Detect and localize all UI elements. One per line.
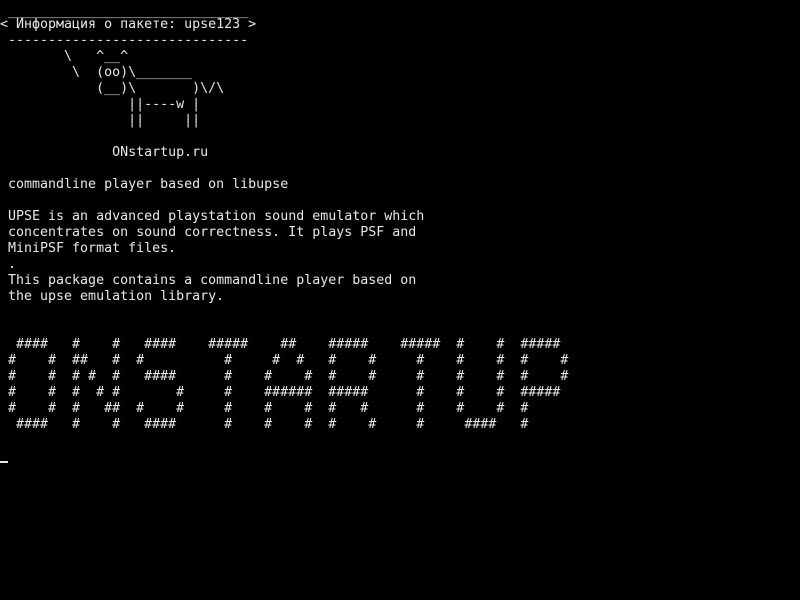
ascii-banner-line: #### # # #### ##### ## ##### ##### # # #… xyxy=(0,337,561,352)
ascii-banner-line: # # # # # # # ###### ##### # # # ##### xyxy=(0,385,561,400)
ascii-banner-line: #### # # #### # # # # # # #### # xyxy=(0,417,529,432)
cow-art-line: \ ^__^ xyxy=(0,49,129,64)
cow-art-line: (__)\ )\/\ xyxy=(0,81,225,96)
cowsay-message: < Информация о пакете: upse123 > xyxy=(0,17,257,32)
cow-art-line: \ (oo)\_______ xyxy=(0,65,193,80)
cowsay-bottom-border: ------------------------------ xyxy=(0,33,249,48)
description-line: UPSE is an advanced playstation sound em… xyxy=(0,209,425,224)
cow-art-line: || || xyxy=(0,113,201,128)
description-line: the upse emulation library. xyxy=(0,289,225,304)
description-line: This package contains a commandline play… xyxy=(0,273,417,288)
terminal-console[interactable]: ______________________________ < Информа… xyxy=(0,0,800,600)
package-summary: commandline player based on libupse xyxy=(0,177,289,192)
ascii-banner-line: # # ## # # # # # # # # # # # # xyxy=(0,353,569,368)
description-line: . xyxy=(0,257,17,272)
ascii-banner-line: # # # ## # # # # # # # # # # # xyxy=(0,401,529,416)
description-line: MiniPSF format files. xyxy=(0,241,177,256)
cow-art-line: ||----w | xyxy=(0,97,201,112)
site-label: ONstartup.ru xyxy=(0,145,209,160)
ascii-banner-line: # # # # # #### # # # # # # # # # # xyxy=(0,369,569,384)
description-line: concentrates on sound correctness. It pl… xyxy=(0,225,417,240)
text-cursor xyxy=(0,461,8,463)
